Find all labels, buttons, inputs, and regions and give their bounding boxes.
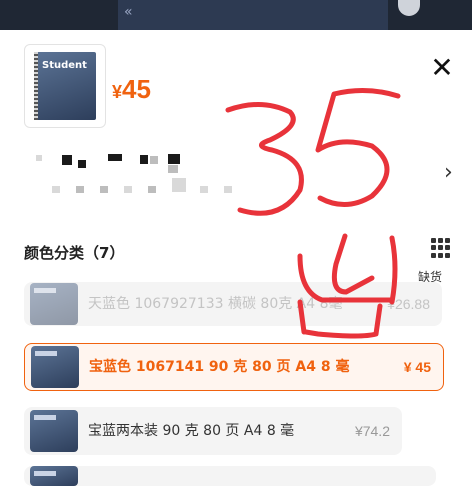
color-category-title: 颜色分类（7） xyxy=(24,244,125,262)
grid-view-icon[interactable] xyxy=(431,238,451,258)
sku-option-sky-blue[interactable]: 天蓝色 1067927133 横碳 80克 A4 8毫 ¥26.88 xyxy=(24,282,442,326)
chevron-right-icon[interactable]: › xyxy=(444,160,453,185)
option-price: ¥74.2 xyxy=(354,423,390,439)
option-thumbnail xyxy=(30,410,78,452)
background-panel xyxy=(118,0,388,30)
close-icon[interactable]: ✕ xyxy=(428,54,456,82)
price-value: 45 xyxy=(122,74,151,104)
option-price: ¥26.88 xyxy=(387,296,430,312)
notebook-image: Student xyxy=(34,52,96,120)
product-thumbnail[interactable]: Student xyxy=(24,44,106,128)
option-thumbnail xyxy=(30,466,78,486)
background-app-bar: « xyxy=(0,0,472,30)
option-thumbnail xyxy=(30,283,78,325)
sku-option-partial[interactable] xyxy=(24,466,436,486)
currency-symbol: ¥ xyxy=(112,82,123,102)
option-thumbnail xyxy=(31,346,79,388)
sku-option-royal-blue[interactable]: 宝蓝色 1067141 90 克 80 页 A4 8 毫 ¥ 45 xyxy=(24,343,444,391)
product-price: ¥45 xyxy=(112,74,151,105)
sku-option-royal-blue-2pack[interactable]: 宝蓝两本装 90 克 80 页 A4 8 毫 ¥74.2 xyxy=(24,407,402,455)
option-price: ¥ 45 xyxy=(403,359,431,375)
option-label: 天蓝色 1067927133 横碳 80克 A4 8毫 xyxy=(88,296,343,312)
notebook-title: Student xyxy=(42,60,87,71)
option-label: 宝蓝两本装 90 克 80 页 A4 8 毫 xyxy=(88,423,295,439)
option-label: 宝蓝色 1067141 90 克 80 页 A4 8 毫 xyxy=(89,359,350,375)
status-dot xyxy=(398,0,420,16)
back-double-chevron-icon: « xyxy=(124,4,133,20)
